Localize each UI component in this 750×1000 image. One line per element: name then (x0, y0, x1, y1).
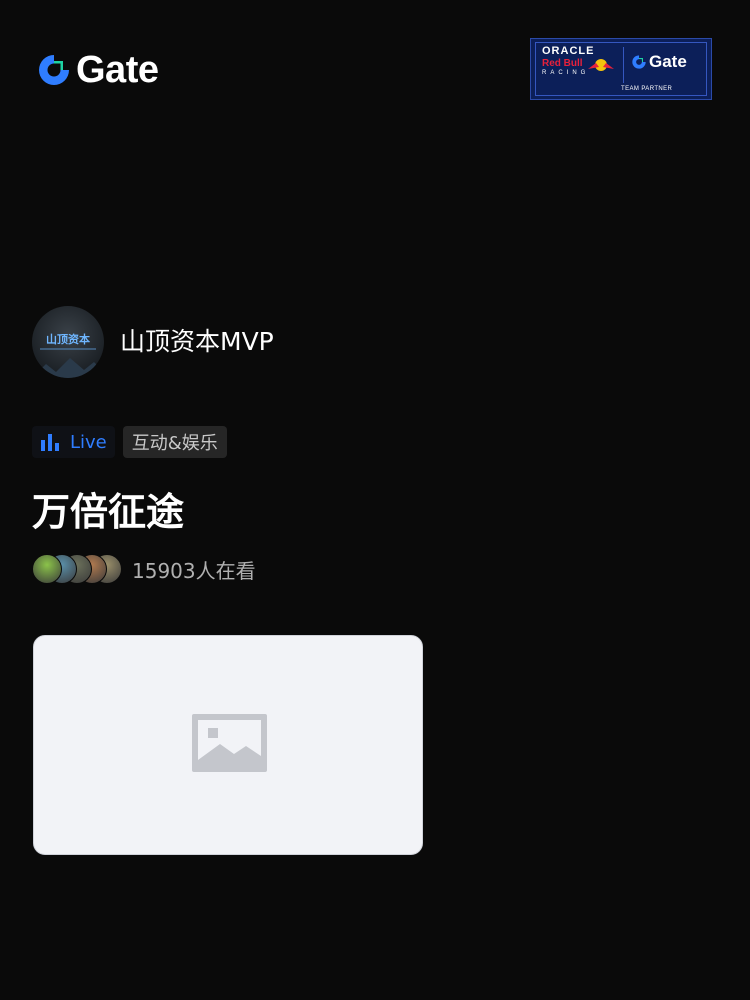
partner-gate-wordmark: Gate (649, 52, 687, 71)
racing-text: RACING (542, 70, 590, 76)
gate-mark-small-icon (632, 55, 646, 69)
host-row[interactable]: 山顶资本 山顶资本MVP (32, 306, 274, 378)
live-tag: Live (32, 426, 115, 458)
viewer-avatar (32, 554, 62, 584)
host-name[interactable]: 山顶资本MVP (120, 327, 274, 357)
partner-gate-logo: Gate (631, 53, 687, 71)
live-label: Live (70, 431, 107, 453)
viewer-row: 15903人在看 (32, 554, 256, 584)
image-card[interactable] (33, 635, 423, 855)
redbull-text: Red Bull (542, 58, 583, 69)
redbull-bull-icon (588, 59, 614, 71)
host-avatar-title: 山顶资本 (46, 333, 90, 346)
image-placeholder-icon (192, 714, 267, 772)
live-bars-icon (41, 434, 59, 451)
viewer-avatars (32, 554, 122, 584)
mountain-icon (32, 358, 104, 378)
team-partner-text: TEAM PARTNER (621, 86, 673, 92)
host-avatar[interactable]: 山顶资本 (32, 306, 104, 378)
gate-mark-icon (39, 55, 69, 85)
gate-wordmark: Gate (76, 49, 159, 91)
tag-row: Live 互动&娱乐 (32, 426, 227, 458)
gate-logo: Gate (36, 49, 159, 91)
room-title: 万倍征途 (32, 490, 185, 534)
oracle-text: ORACLE (542, 45, 595, 57)
category-tag[interactable]: 互动&娱乐 (122, 426, 227, 458)
viewer-count: 15903人在看 (132, 558, 256, 583)
team-partner-badge: ORACLE Red Bull RACING Gate TEAM PARTNER (530, 38, 712, 100)
